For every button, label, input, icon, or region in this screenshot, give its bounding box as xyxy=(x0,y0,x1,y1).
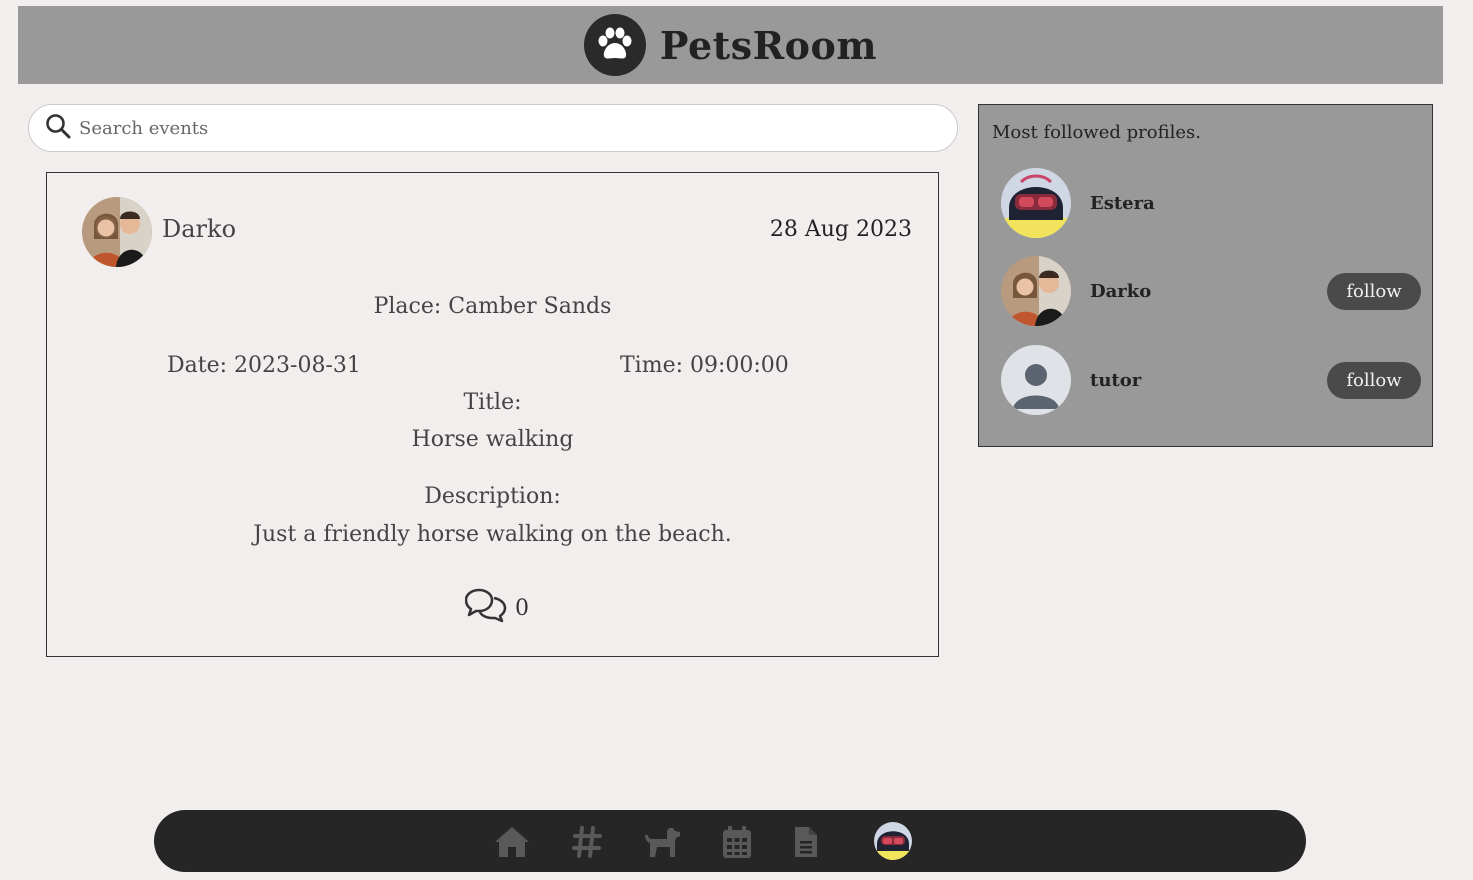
profile-name[interactable]: Estera xyxy=(1090,193,1421,214)
profile-avatar[interactable] xyxy=(1001,256,1071,326)
profile-item: tutor follow xyxy=(1001,345,1421,415)
most-followed-panel: Most followed profiles. Estera Darko fol… xyxy=(978,104,1433,447)
brand-title[interactable]: PetsRoom xyxy=(660,23,877,68)
bottom-navbar xyxy=(154,810,1306,872)
profile-item: Estera xyxy=(1001,168,1421,238)
dog-icon[interactable] xyxy=(642,822,682,862)
document-icon[interactable] xyxy=(786,822,826,862)
event-place: Place: Camber Sands xyxy=(373,294,612,319)
search-icon xyxy=(45,113,71,143)
event-owner-name[interactable]: Darko xyxy=(162,215,236,243)
search-input[interactable] xyxy=(79,117,957,139)
event-created-date: 28 Aug 2023 xyxy=(769,217,912,242)
profile-avatar[interactable] xyxy=(1001,168,1071,238)
home-icon[interactable] xyxy=(492,822,532,862)
profile-avatar[interactable] xyxy=(1001,345,1071,415)
header: PetsRoom xyxy=(18,6,1443,84)
profile-name[interactable]: tutor xyxy=(1090,370,1327,391)
owner-avatar[interactable] xyxy=(82,197,152,267)
hashtag-icon[interactable] xyxy=(567,822,607,862)
event-title-label: Title: xyxy=(463,390,522,415)
event-time: Time: 09:00:00 xyxy=(620,353,789,378)
search-bar xyxy=(28,104,958,152)
profile-item: Darko follow xyxy=(1001,256,1421,326)
comments-count: 0 xyxy=(515,595,529,621)
profile-name[interactable]: Darko xyxy=(1090,281,1327,302)
paw-logo-icon[interactable] xyxy=(583,14,646,76)
event-card: Darko 28 Aug 2023 Place: Camber Sands Da… xyxy=(46,172,939,657)
event-date: Date: 2023-08-31 xyxy=(167,353,361,378)
comments-link[interactable]: 0 xyxy=(464,587,529,629)
follow-button[interactable]: follow xyxy=(1327,361,1421,399)
event-description: Just a friendly horse walking on the bea… xyxy=(253,522,732,547)
comments-icon[interactable] xyxy=(464,587,507,629)
event-description-label: Description: xyxy=(424,484,561,509)
calendar-icon[interactable] xyxy=(717,822,757,862)
profile-avatar[interactable] xyxy=(873,821,913,861)
follow-button[interactable]: follow xyxy=(1327,272,1421,310)
sidebar-title: Most followed profiles. xyxy=(992,122,1201,143)
event-title: Horse walking xyxy=(411,427,574,452)
